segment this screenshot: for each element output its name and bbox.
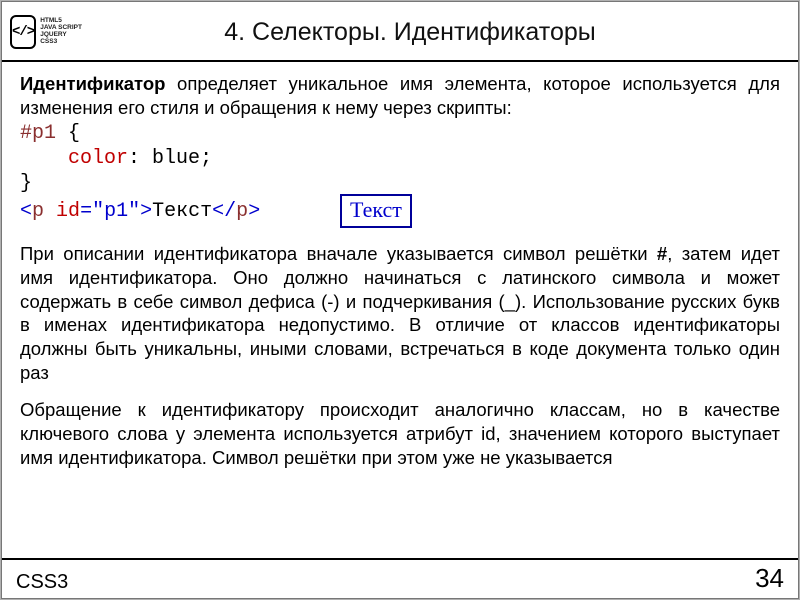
code-tag-close: p bbox=[236, 200, 248, 223]
code-indent bbox=[20, 147, 68, 170]
slide-footer: CSS3 34 bbox=[2, 558, 798, 598]
slide-title: 4. Селекторы. Идентификаторы bbox=[90, 18, 790, 47]
code-attr: id bbox=[56, 200, 80, 223]
para2-part-a: При описании идентификатора вначале указ… bbox=[20, 243, 657, 264]
code-selector: #p1 bbox=[20, 122, 68, 145]
paragraph-id-usage: Обращение к идентификатору происходит ан… bbox=[20, 398, 780, 469]
code-property: color bbox=[68, 147, 128, 170]
page-number: 34 bbox=[755, 563, 784, 594]
code-space bbox=[44, 200, 56, 223]
slide-header: </> HTML5 JAVA SCRIPT JQUERY CSS3 4. Сел… bbox=[2, 2, 798, 62]
intro-paragraph: Идентификатор определяет уникальное имя … bbox=[20, 72, 780, 119]
tech-logo: </> HTML5 JAVA SCRIPT JQUERY CSS3 bbox=[10, 9, 82, 55]
code-value: blue bbox=[152, 147, 200, 170]
code-gt-close: > bbox=[248, 200, 260, 223]
css-code-block: #p1 { color: blue; } bbox=[20, 121, 780, 196]
code-quote-close: " bbox=[128, 200, 140, 223]
code-brace-close: } bbox=[20, 172, 32, 195]
slide-content: Идентификатор определяет уникальное имя … bbox=[2, 62, 798, 558]
code-brace-open: { bbox=[68, 122, 80, 145]
code-semi: ; bbox=[200, 147, 212, 170]
code-gt: > bbox=[140, 200, 152, 223]
hash-symbol: # bbox=[657, 243, 667, 264]
rendered-output-box: Текст bbox=[340, 194, 412, 227]
html-code-line: <p id="p1">Текст</p> bbox=[20, 199, 260, 225]
code-eq: = bbox=[80, 200, 92, 223]
html-demo-row: <p id="p1">Текст</p> Текст bbox=[20, 198, 780, 228]
code-colon: : bbox=[128, 147, 152, 170]
paragraph-spacer bbox=[20, 384, 780, 398]
code-tag: p bbox=[32, 200, 44, 223]
code-text: Текст bbox=[152, 200, 212, 223]
term-identifier: Идентификатор bbox=[20, 73, 165, 94]
footer-topic: CSS3 bbox=[16, 571, 68, 594]
code-lt-close: </ bbox=[212, 200, 236, 223]
slide: </> HTML5 JAVA SCRIPT JQUERY CSS3 4. Сел… bbox=[1, 1, 799, 599]
logo-tech-list: HTML5 JAVA SCRIPT JQUERY CSS3 bbox=[40, 18, 82, 45]
code-quote: " bbox=[92, 200, 104, 223]
code-brackets-icon: </> bbox=[10, 15, 36, 49]
code-attr-val: p1 bbox=[104, 200, 128, 223]
code-lt: < bbox=[20, 200, 32, 223]
paragraph-hash-rules: При описании идентификатора вначале указ… bbox=[20, 242, 780, 384]
